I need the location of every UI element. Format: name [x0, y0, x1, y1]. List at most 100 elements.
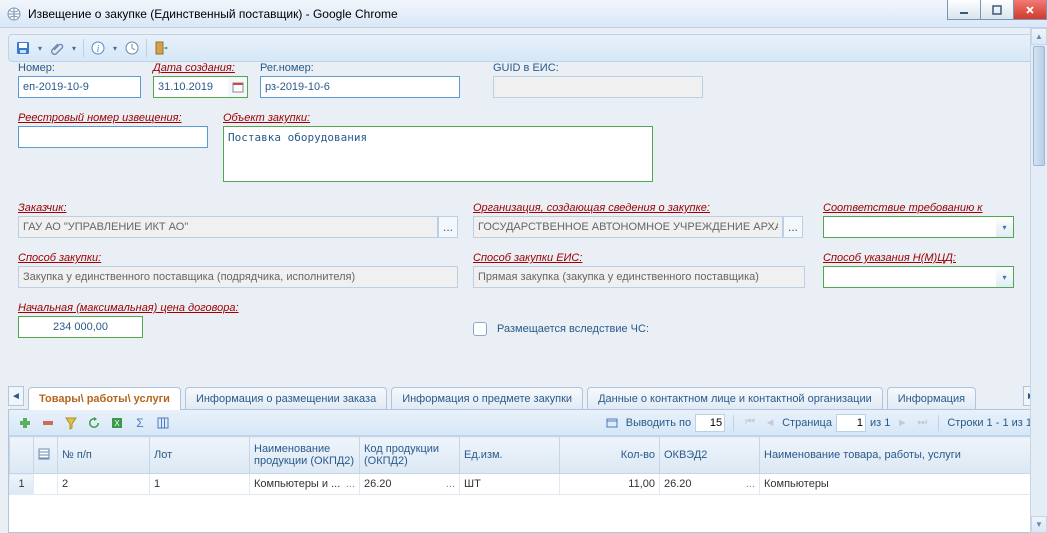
maximize-button[interactable]	[980, 0, 1014, 20]
svg-text:i: i	[97, 44, 100, 55]
tab-subject-info[interactable]: Информация о предмете закупки	[391, 387, 583, 410]
add-row-icon[interactable]	[15, 413, 35, 433]
reg-number-field[interactable]	[260, 76, 460, 98]
svg-text:X: X	[114, 419, 120, 428]
grid-col-selector[interactable]	[10, 437, 34, 474]
scroll-thumb[interactable]	[1033, 46, 1045, 166]
compliance-dropdown-icon[interactable]: ▾	[996, 216, 1014, 238]
grid-col-okved2[interactable]: ОКВЭД2	[660, 437, 760, 474]
compliance-field[interactable]	[823, 216, 996, 238]
output-settings-icon[interactable]	[602, 413, 622, 433]
cell-lot[interactable]: 1	[150, 474, 250, 495]
number-label: Номер:	[18, 62, 141, 74]
org-creator-label: Организация, создающая сведения о закупк…	[473, 202, 803, 214]
nmcd-method-field[interactable]	[823, 266, 996, 288]
last-page-icon[interactable]: ⏭	[914, 415, 930, 431]
guid-label: GUID в ЕИС:	[493, 62, 703, 74]
close-button[interactable]	[1013, 0, 1047, 20]
chs-checkbox[interactable]	[473, 322, 487, 336]
separator	[83, 39, 84, 57]
tabstrip: Товары\ работы\ услуги Информация о разм…	[8, 384, 1039, 410]
cell-name-okpd2[interactable]: Компьютеры и ......	[250, 474, 360, 495]
filter-icon[interactable]	[61, 413, 81, 433]
tab-goods[interactable]: Товары\ работы\ услуги	[28, 387, 181, 410]
main-toolbar: ▾ ▾ i ▾	[8, 34, 1039, 62]
purchase-method-eis-field	[473, 266, 805, 288]
table-row[interactable]: 1 2 1 Компьютеры и ...... 26.20... ШТ 11…	[10, 474, 1038, 495]
minimize-button[interactable]	[947, 0, 981, 20]
customer-field	[18, 216, 438, 238]
reg-number-label: Рег.номер:	[260, 62, 460, 74]
pager: Выводить по ⏮ ◄ Страница из 1 ► ⏭ Строки…	[602, 413, 1032, 433]
output-by-input[interactable]	[695, 414, 725, 432]
cell-qty[interactable]: 11,00	[560, 474, 660, 495]
door-icon[interactable]	[151, 38, 171, 58]
of-label: из 1	[870, 417, 890, 429]
grid-col-selector2[interactable]	[34, 437, 58, 474]
grid-col-goods-name[interactable]: Наименование товара, работы, услуги	[760, 437, 1038, 474]
grid-col-npp[interactable]: № п/п	[58, 437, 150, 474]
grid-col-name-okpd2[interactable]: Наименование продукции (ОКПД2)	[250, 437, 360, 474]
paperclip-icon[interactable]	[47, 38, 67, 58]
sum-icon[interactable]: Σ	[130, 413, 150, 433]
info-dropdown-icon[interactable]: ▾	[110, 38, 120, 58]
ellipsis-icon: ...	[346, 478, 355, 490]
cell-goods-name[interactable]: Компьютеры	[760, 474, 1038, 495]
calendar-icon[interactable]	[228, 76, 248, 98]
number-field[interactable]	[18, 76, 141, 98]
customer-lookup-button[interactable]: ...	[438, 216, 458, 238]
export-excel-icon[interactable]: X	[107, 413, 127, 433]
row-checkbox[interactable]	[34, 474, 58, 495]
output-by-label: Выводить по	[626, 417, 691, 429]
object-field[interactable]: Поставка оборудования	[223, 126, 653, 182]
delete-row-icon[interactable]	[38, 413, 58, 433]
cell-okved2[interactable]: 26.20...	[660, 474, 760, 495]
grid-toolbar: X Σ Выводить по ⏮ ◄ Страница из 1 ► ⏭ Ст…	[9, 410, 1038, 436]
attach-dropdown-icon[interactable]: ▾	[69, 38, 79, 58]
nmcd-dropdown-icon[interactable]: ▾	[996, 266, 1014, 288]
object-label: Объект закупки:	[223, 112, 653, 124]
clock-icon[interactable]	[122, 38, 142, 58]
initial-price-label: Начальная (максимальная) цена договора:	[18, 302, 239, 314]
registry-number-label: Реестровый номер извещения:	[18, 112, 208, 124]
purchase-method-eis-label: Способ закупки ЕИС:	[473, 252, 805, 264]
cell-unit[interactable]: ШТ	[460, 474, 560, 495]
date-created-field[interactable]	[153, 76, 228, 98]
grid-col-lot[interactable]: Лот	[150, 437, 250, 474]
grid-col-unit[interactable]: Ед.изм.	[460, 437, 560, 474]
page-label: Страница	[782, 417, 832, 429]
form-area: Номер: Дата создания: Рег.номер: GUID в …	[8, 62, 1039, 533]
grid-col-qty[interactable]: Кол-во	[560, 437, 660, 474]
globe-icon	[6, 6, 22, 22]
first-page-icon[interactable]: ⏮	[742, 415, 758, 431]
initial-price-field[interactable]	[18, 316, 143, 338]
next-page-icon[interactable]: ►	[894, 415, 910, 431]
tab-placement-info[interactable]: Информация о размещении заказа	[185, 387, 387, 410]
prev-page-icon[interactable]: ◄	[762, 415, 778, 431]
rows-label: Строки 1 - 1 из 1	[947, 417, 1032, 429]
org-creator-lookup-button[interactable]: ...	[783, 216, 803, 238]
save-icon[interactable]	[13, 38, 33, 58]
refresh-icon[interactable]	[84, 413, 104, 433]
cell-code-okpd2[interactable]: 26.20...	[360, 474, 460, 495]
scroll-up-icon[interactable]: ▲	[1031, 28, 1047, 45]
org-creator-field	[473, 216, 783, 238]
grid-table: № п/п Лот Наименование продукции (ОКПД2)…	[9, 436, 1038, 495]
purchase-method-label: Способ закупки:	[18, 252, 458, 264]
page-input[interactable]	[836, 414, 866, 432]
chs-label: Размещается вследствие ЧС:	[497, 323, 649, 335]
guid-field	[493, 76, 703, 98]
columns-icon[interactable]	[153, 413, 173, 433]
vertical-scrollbar[interactable]: ▲ ▼	[1030, 28, 1047, 533]
save-dropdown-icon[interactable]: ▾	[35, 38, 45, 58]
ellipsis-icon: ...	[746, 478, 755, 490]
customer-label: Заказчик:	[18, 202, 458, 214]
tab-contact-info[interactable]: Данные о контактном лице и контактной ор…	[587, 387, 883, 410]
info-icon[interactable]: i	[88, 38, 108, 58]
scroll-down-icon[interactable]: ▼	[1031, 516, 1047, 533]
grid-col-code-okpd2[interactable]: Код продукции (ОКПД2)	[360, 437, 460, 474]
registry-number-field[interactable]	[18, 126, 208, 148]
nmcd-method-label: Способ указания Н(М)ЦД:	[823, 252, 1014, 264]
cell-npp[interactable]: 2	[58, 474, 150, 495]
tab-info[interactable]: Информация	[887, 387, 976, 410]
